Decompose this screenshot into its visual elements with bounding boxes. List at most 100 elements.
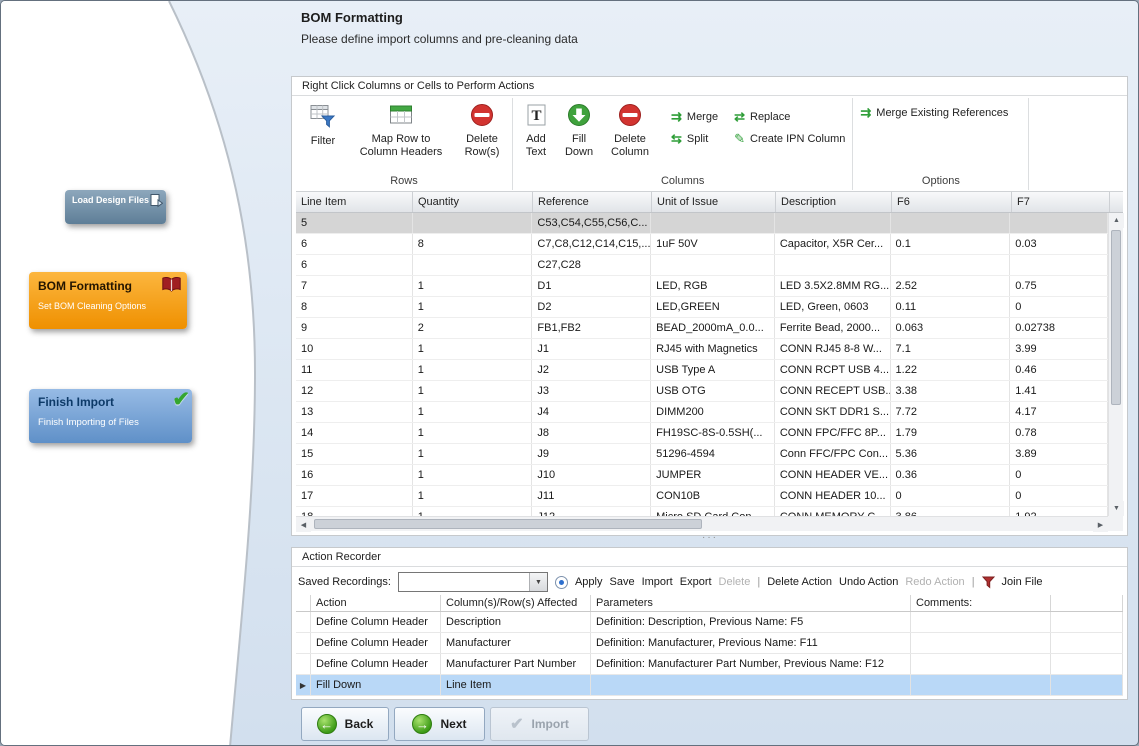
saved-recordings-combobox[interactable]: ▼	[398, 572, 548, 592]
table-row[interactable]: 181J12Micro SD Card Con...CONN MEMORY C.…	[296, 507, 1108, 516]
grid-cell[interactable]: Ferrite Bead, 2000...	[775, 318, 891, 338]
grid-cell[interactable]: 1	[413, 276, 533, 296]
vertical-scrollbar[interactable]: ▲ ▼	[1108, 213, 1123, 516]
table-row[interactable]: 161J10JUMPERCONN HEADER VE...0.360	[296, 465, 1108, 486]
split-button[interactable]: ⇆ Split	[671, 128, 718, 149]
wizard-step-finish-import[interactable]: Finish Import Finish Importing of Files …	[29, 389, 192, 443]
grid-cell[interactable]: 7.1	[891, 339, 1011, 359]
grid-cell[interactable]: CON10B	[651, 486, 775, 506]
grid-cell[interactable]: 7.72	[891, 402, 1011, 422]
import-link[interactable]: Import	[642, 576, 673, 588]
recorder-row[interactable]: Define Column HeaderManufacturer Part Nu…	[296, 654, 1123, 675]
table-row[interactable]: 81D2LED,GREENLED, Green, 06030.110	[296, 297, 1108, 318]
grid-cell[interactable]: LED, RGB	[651, 276, 775, 296]
scroll-up-button[interactable]: ▲	[1109, 213, 1124, 228]
recorder-cell[interactable]: Define Column Header	[311, 654, 441, 674]
delete-rows-button[interactable]: Delete Row(s)	[459, 100, 505, 159]
table-row[interactable]: 71D1LED, RGBLED 3.5X2.8MM RG...2.520.75	[296, 276, 1108, 297]
filter-button[interactable]: Filter	[303, 100, 343, 148]
grid-cell[interactable]: 1.79	[891, 423, 1011, 443]
grid-cell[interactable]	[891, 213, 1011, 233]
grid-cell[interactable]: 5	[296, 213, 413, 233]
apply-radio[interactable]	[555, 576, 568, 589]
grid-cell[interactable]: CONN RCPT USB 4...	[775, 360, 891, 380]
grid-cell[interactable]: 9	[296, 318, 413, 338]
recorder-cell[interactable]: Manufacturer Part Number	[441, 654, 591, 674]
table-row[interactable]: 111J2USB Type ACONN RCPT USB 4...1.220.4…	[296, 360, 1108, 381]
grid-cell[interactable]: 10	[296, 339, 413, 359]
wizard-step-bom-formatting[interactable]: BOM Formatting Set BOM Cleaning Options	[29, 272, 187, 329]
undo-action-link[interactable]: Undo Action	[839, 576, 898, 588]
table-row[interactable]: 171J11CON10BCONN HEADER 10...00	[296, 486, 1108, 507]
apply-link[interactable]: Apply	[575, 576, 603, 588]
grid-cell[interactable]	[413, 255, 533, 275]
recorder-cell[interactable]: Definition: Manufacturer Part Number, Pr…	[591, 654, 911, 674]
grid-cell[interactable]: D1	[532, 276, 651, 296]
recorder-cell[interactable]	[911, 612, 1051, 632]
vertical-scroll-thumb[interactable]	[1111, 230, 1121, 405]
grid-cell[interactable]: 3.99	[1010, 339, 1108, 359]
grid-cell[interactable]: J8	[532, 423, 651, 443]
grid-cell[interactable]: 0.063	[891, 318, 1011, 338]
grid-cell[interactable]: J3	[532, 381, 651, 401]
table-row[interactable]: 101J1RJ45 with MagneticsCONN RJ45 8-8 W.…	[296, 339, 1108, 360]
grid-cell[interactable]: 1	[413, 486, 533, 506]
recorder-cell[interactable]: Define Column Header	[311, 612, 441, 632]
grid-cell[interactable]: LED, Green, 0603	[775, 297, 891, 317]
grid-cell[interactable]: 13	[296, 402, 413, 422]
table-row[interactable]: 6C27,C28	[296, 255, 1108, 276]
create-ipn-column-button[interactable]: ✎ Create IPN Column	[734, 128, 845, 149]
grid-cell[interactable]: 3.89	[1010, 444, 1108, 464]
grid-cell[interactable]: 1	[413, 507, 533, 516]
grid-cell[interactable]: 3.38	[891, 381, 1011, 401]
grid-column-header[interactable]: Unit of Issue	[652, 192, 776, 212]
grid-cell[interactable]: J10	[532, 465, 651, 485]
grid-cell[interactable]: 1	[413, 423, 533, 443]
grid-cell[interactable]	[1010, 213, 1108, 233]
grid-cell[interactable]: CONN MEMORY C...	[775, 507, 891, 516]
replace-button[interactable]: ⇄ Replace	[734, 106, 845, 127]
table-row[interactable]: 68C7,C8,C12,C14,C15,...1uF 50VCapacitor,…	[296, 234, 1108, 255]
row-selector[interactable]	[296, 612, 311, 632]
recorder-cell[interactable]: Define Column Header	[311, 633, 441, 653]
grid-cell[interactable]: 51296-4594	[651, 444, 775, 464]
table-row[interactable]: 121J3USB OTGCONN RECEPT USB...3.381.41	[296, 381, 1108, 402]
grid-cell[interactable]	[651, 213, 775, 233]
grid-column-header[interactable]: F6	[892, 192, 1012, 212]
table-row[interactable]: 131J4DIMM200CONN SKT DDR1 S...7.724.17	[296, 402, 1108, 423]
grid-cell[interactable]: 18	[296, 507, 413, 516]
grid-cell[interactable]: USB OTG	[651, 381, 775, 401]
grid-cell[interactable]: 2.52	[891, 276, 1011, 296]
recorder-row[interactable]: Define Column HeaderManufacturerDefiniti…	[296, 633, 1123, 654]
grid-cell[interactable]: USB Type A	[651, 360, 775, 380]
delete-action-link[interactable]: Delete Action	[767, 576, 832, 588]
grid-cell[interactable]: 0	[891, 486, 1011, 506]
grid-cell[interactable]: DIMM200	[651, 402, 775, 422]
grid-cell[interactable]: CONN FPC/FFC 8P...	[775, 423, 891, 443]
grid-cell[interactable]: CONN RECEPT USB...	[775, 381, 891, 401]
grid-cell[interactable]: 0.03	[1010, 234, 1108, 254]
grid-cell[interactable]: 0.1	[891, 234, 1011, 254]
join-file-link[interactable]: Join File	[1002, 576, 1043, 588]
grid-cell[interactable]: C53,C54,C55,C56,C...	[532, 213, 651, 233]
grid-cell[interactable]: 14	[296, 423, 413, 443]
grid-cell[interactable]: 1	[413, 381, 533, 401]
grid-cell[interactable]: 0.36	[891, 465, 1011, 485]
grid-cell[interactable]: 0.11	[891, 297, 1011, 317]
fill-down-button[interactable]: Fill Down	[561, 100, 597, 159]
row-selector[interactable]	[296, 633, 311, 653]
grid-cell[interactable]: 0.78	[1010, 423, 1108, 443]
recorder-cell[interactable]: Description	[441, 612, 591, 632]
grid-cell[interactable]: 12	[296, 381, 413, 401]
table-row[interactable]: 151J951296-4594Conn FFC/FPC Con...5.363.…	[296, 444, 1108, 465]
grid-cell[interactable]: 17	[296, 486, 413, 506]
delete-column-button[interactable]: Delete Column	[606, 100, 654, 159]
grid-cell[interactable]: 15	[296, 444, 413, 464]
table-row[interactable]: 5 C53,C54,C55,C56,C...	[296, 213, 1108, 234]
grid-cell[interactable]: 1.22	[891, 360, 1011, 380]
grid-cell[interactable]	[413, 213, 533, 233]
grid-cell[interactable]: CONN HEADER VE...	[775, 465, 891, 485]
grid-cell[interactable]: CONN SKT DDR1 S...	[775, 402, 891, 422]
grid-cell[interactable]: 6	[296, 255, 413, 275]
chevron-down-icon[interactable]: ▼	[529, 573, 547, 591]
